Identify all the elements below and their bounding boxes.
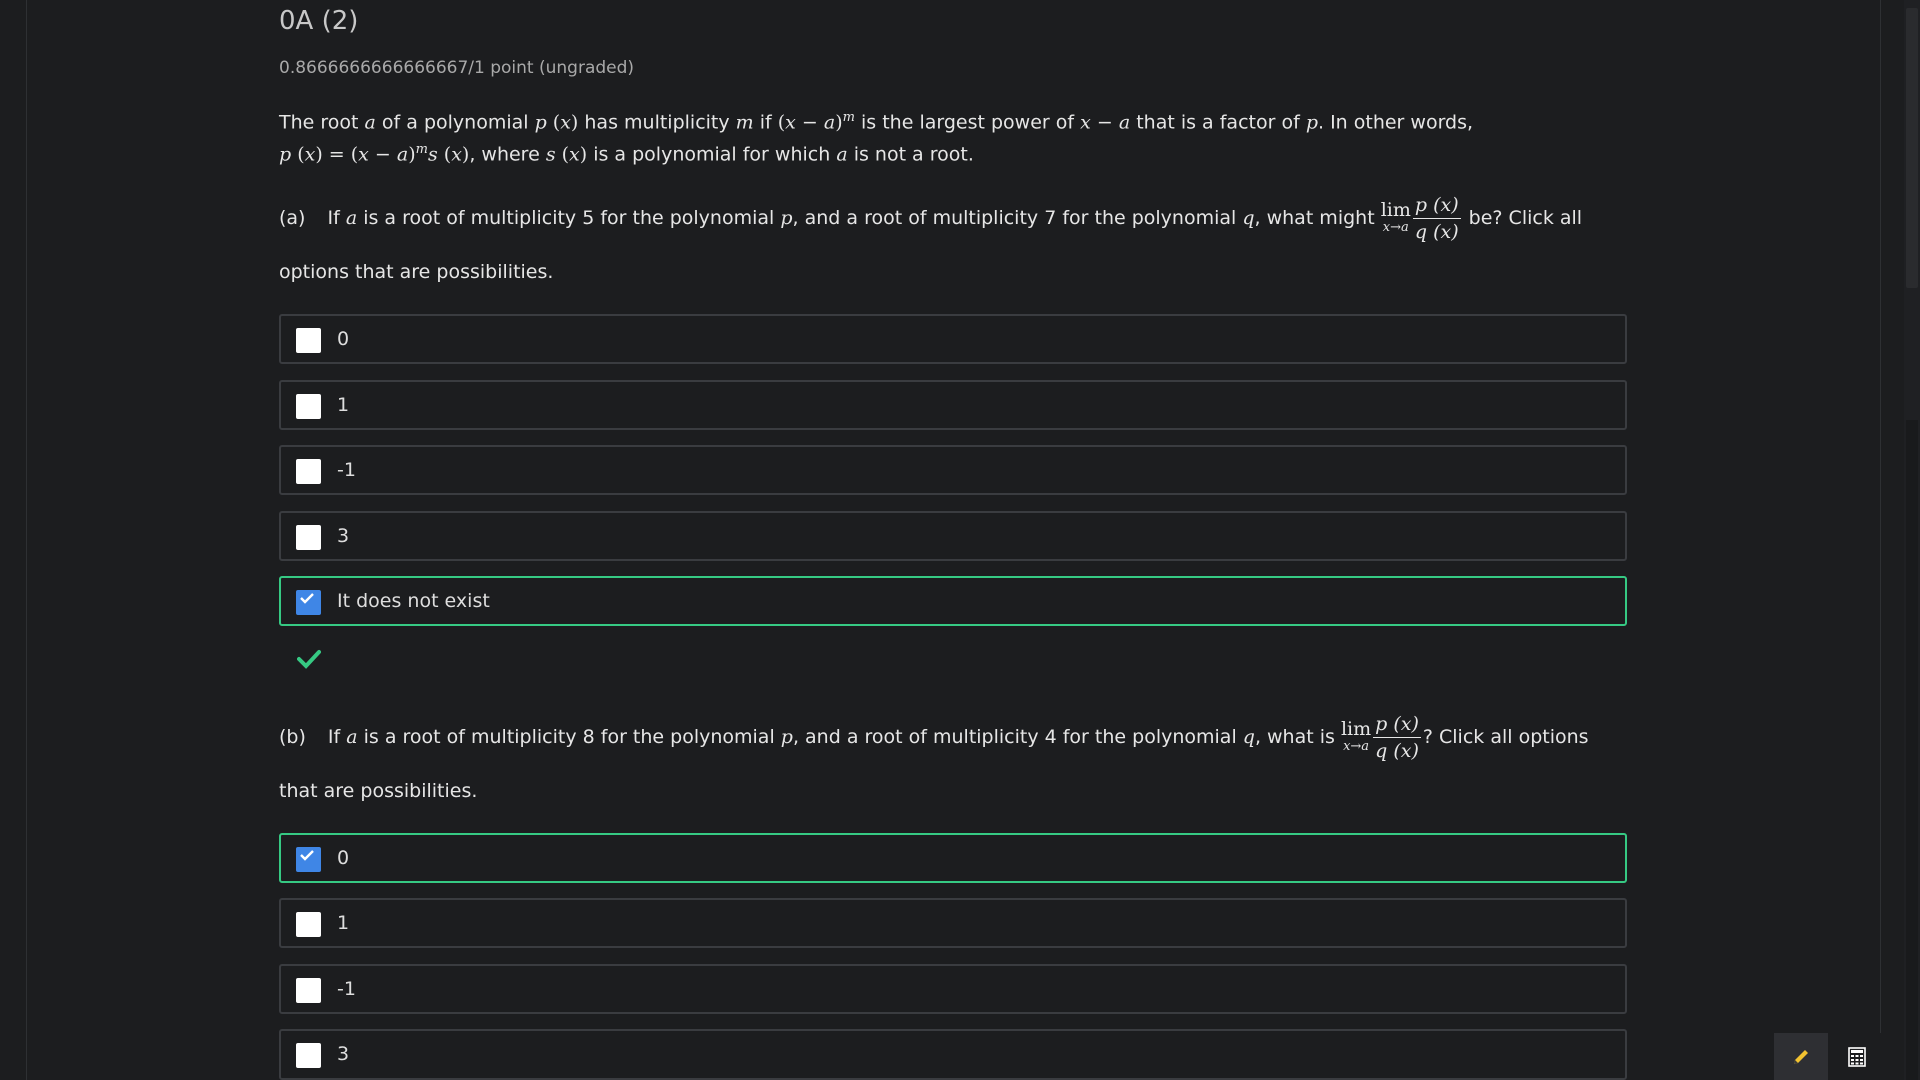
checkbox[interactable] <box>296 525 321 550</box>
scrollbar-thumb[interactable] <box>1906 8 1918 288</box>
option-label: 0 <box>337 328 350 350</box>
intro-text: is not a root. <box>853 143 974 166</box>
checkbox[interactable] <box>296 912 321 937</box>
calculator-button[interactable] <box>1830 1033 1884 1080</box>
option-b-neg1[interactable]: -1 <box>279 964 1627 1014</box>
intro-text: has multiplicity <box>584 111 730 134</box>
question-text: , and a root of multiplicity 4 for the p… <box>792 726 1237 748</box>
question-text: is a root of multiplicity 5 for the poly… <box>363 207 775 229</box>
calculator-icon <box>1848 1046 1866 1067</box>
option-b-0[interactable]: 0 <box>279 833 1627 883</box>
fraction-expression: p (x) q (x) <box>1412 194 1461 243</box>
intro-text: , where <box>469 143 540 166</box>
checkbox[interactable] <box>296 1043 321 1068</box>
question-text: ? Click all options <box>1422 726 1589 748</box>
check-icon <box>300 593 314 604</box>
left-gutter <box>0 0 27 1080</box>
score-text: 0.8666666666666667/1 point (ungraded) <box>279 58 635 78</box>
checkbox-checked[interactable] <box>296 590 321 615</box>
question-b: (b) If a is a root of multiplicity 8 for … <box>279 713 1589 762</box>
question-a: (a) If a is a root of multiplicity 5 for … <box>279 194 1583 243</box>
checkbox-checked[interactable] <box>296 847 321 872</box>
intro-text: if <box>759 111 772 134</box>
question-b-label: (b) <box>279 726 306 748</box>
fraction-expression: p (x) q (x) <box>1373 713 1421 762</box>
option-label: 0 <box>337 847 350 869</box>
option-label: 1 <box>337 394 350 416</box>
question-text: be? Click all <box>1468 207 1583 229</box>
checkmark-icon <box>297 648 321 674</box>
limit-expression: lim x→a <box>1380 198 1411 235</box>
intro-text: that is a factor of <box>1136 111 1300 134</box>
intro-text: of a polynomial <box>381 111 529 134</box>
pencil-button[interactable] <box>1774 1033 1828 1080</box>
option-label: -1 <box>337 459 356 481</box>
option-a-1[interactable]: 1 <box>279 380 1627 430</box>
checkbox[interactable] <box>296 394 321 419</box>
question-text: , what might <box>1254 207 1375 229</box>
intro-text: . In other words, <box>1317 111 1474 134</box>
option-label: 1 <box>337 912 350 934</box>
option-b-3[interactable]: 3 <box>279 1029 1627 1080</box>
option-label: 3 <box>337 525 350 547</box>
question-text: is a root of multiplicity 8 for the poly… <box>363 726 775 748</box>
problem-title: 0A (2) <box>279 6 359 36</box>
checkbox[interactable] <box>296 459 321 484</box>
question-b-continued: that are possibilities. <box>279 780 478 802</box>
intro-text: The root <box>279 111 359 134</box>
question-text: If <box>327 726 341 748</box>
option-b-1[interactable]: 1 <box>279 898 1627 948</box>
question-text: , and a root of multiplicity 7 for the p… <box>792 207 1237 229</box>
option-a-0[interactable]: 0 <box>279 314 1627 364</box>
intro-text: is a polynomial for which <box>593 143 831 166</box>
check-icon <box>300 850 314 861</box>
question-text: If <box>327 207 340 229</box>
question-a-continued: options that are possibilities. <box>279 261 554 283</box>
right-rail <box>1880 0 1905 1080</box>
question-a-label: (a) <box>279 207 306 229</box>
option-a-neg1[interactable]: -1 <box>279 445 1627 495</box>
option-label: -1 <box>337 978 356 1000</box>
scrollbar-track-lower <box>1906 420 1918 1080</box>
question-text: , what is <box>1254 726 1335 748</box>
option-label: 3 <box>337 1043 350 1065</box>
option-a-does-not-exist[interactable]: It does not exist <box>279 576 1627 626</box>
intro-text: is the largest power of <box>861 111 1075 134</box>
limit-expression: lim x→a <box>1340 717 1372 754</box>
pencil-icon <box>1794 1049 1808 1064</box>
intro-paragraph: The root a of a polynomial p (x) has mul… <box>279 110 1474 166</box>
option-a-3[interactable]: 3 <box>279 511 1627 561</box>
option-label: It does not exist <box>337 590 490 612</box>
checkbox[interactable] <box>296 978 321 1003</box>
checkbox[interactable] <box>296 328 321 353</box>
